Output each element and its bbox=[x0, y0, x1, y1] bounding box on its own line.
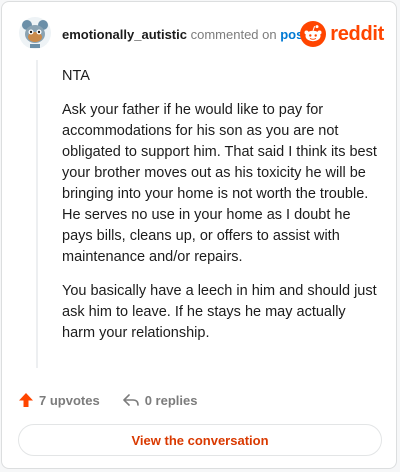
comment-footer: 7 upvotes 0 replies bbox=[18, 389, 197, 411]
reddit-snoo-icon bbox=[300, 21, 327, 47]
comment-paragraph: Ask your father if he would like to pay … bbox=[62, 102, 377, 265]
user-avatar[interactable] bbox=[18, 16, 52, 50]
action-text: commented on bbox=[190, 27, 277, 42]
upvote-arrow-icon bbox=[19, 393, 33, 407]
username-link[interactable]: emotionally_autistic bbox=[62, 27, 187, 42]
upvote-button[interactable]: 7 upvotes bbox=[18, 392, 100, 408]
comment-body: NTA Ask your father if he would like to … bbox=[62, 66, 380, 357]
reply-arrow-icon bbox=[122, 394, 139, 406]
comment-card: emotionally_autistic commented on post r… bbox=[1, 1, 397, 469]
reddit-logo[interactable]: reddit bbox=[300, 20, 384, 48]
avatar-icon bbox=[19, 17, 51, 49]
thread-line bbox=[36, 60, 38, 368]
upvote-count: 7 upvotes bbox=[39, 392, 100, 408]
view-conversation-button[interactable]: View the conversation bbox=[18, 424, 382, 456]
reply-button[interactable]: 0 replies bbox=[122, 392, 198, 408]
reply-count: 0 replies bbox=[144, 392, 198, 408]
comment-paragraph: You basically have a leech in him and sh… bbox=[62, 283, 377, 341]
reddit-wordmark: reddit bbox=[330, 22, 384, 45]
comment-meta: emotionally_autistic commented on post bbox=[62, 27, 308, 42]
comment-header: emotionally_autistic commented on post r… bbox=[18, 14, 384, 56]
comment-paragraph: NTA bbox=[62, 68, 90, 84]
